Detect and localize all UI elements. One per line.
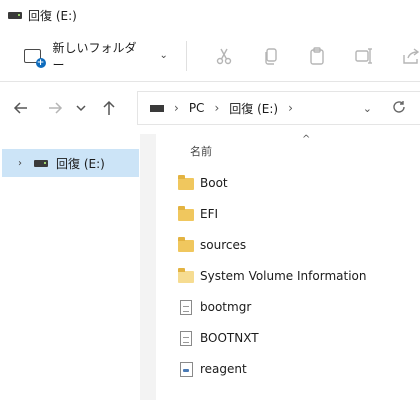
config-file-icon [179, 361, 193, 377]
toolbar-divider [185, 40, 187, 71]
chevron-down-icon[interactable]: ⌄ [160, 50, 168, 61]
folder-icon [178, 206, 194, 221]
copy-button[interactable] [261, 46, 280, 66]
back-button[interactable] [10, 101, 32, 115]
paste-button[interactable] [308, 46, 327, 66]
file-name: EFI [200, 207, 219, 221]
new-folder-button[interactable]: 新しいフォルダー ⌄ [24, 39, 168, 73]
list-item[interactable]: EFI [178, 202, 408, 226]
file-name: reagent [200, 362, 247, 376]
file-icon [180, 330, 192, 346]
file-name: BOOTNXT [200, 331, 259, 345]
share-button[interactable] [401, 46, 420, 66]
cut-icon [216, 48, 232, 64]
share-icon [403, 47, 419, 64]
refresh-button[interactable] [392, 100, 406, 117]
sidebar-item-recovery-drive[interactable]: › 回復 (E:) [2, 149, 139, 177]
file-name: bootmgr [200, 300, 252, 314]
breadcrumb-drive[interactable]: 回復 (E:) [229, 100, 278, 117]
file-name: System Volume Information [200, 269, 367, 283]
list-item[interactable]: bootmgr [178, 295, 408, 319]
file-name: Boot [200, 176, 228, 190]
column-header-name[interactable]: 名前 [190, 143, 212, 159]
paste-icon [310, 46, 325, 65]
new-folder-label: 新しいフォルダー [52, 40, 137, 72]
file-list: ^ 名前 Boot EFI sources System Volume Info… [140, 134, 420, 400]
chevron-right-icon[interactable]: › [174, 101, 179, 115]
list-item[interactable]: sources [178, 233, 408, 257]
cut-button[interactable] [215, 46, 234, 66]
folder-icon [178, 237, 194, 252]
sort-ascending-icon: ^ [302, 134, 311, 145]
arrow-right-icon [49, 102, 63, 114]
rename-icon [355, 47, 373, 64]
title-bar: 回復 (E:) [0, 0, 420, 30]
new-folder-icon [24, 48, 45, 68]
chevron-right-icon[interactable]: › [288, 101, 293, 115]
up-button[interactable] [98, 100, 120, 116]
list-item[interactable]: System Volume Information [178, 264, 408, 288]
forward-button[interactable] [44, 101, 66, 115]
address-history-chevron-icon[interactable]: ⌄ [363, 102, 372, 115]
chevron-right-icon[interactable]: › [18, 158, 22, 169]
chevron-down-icon [76, 105, 86, 112]
breadcrumb-pc[interactable]: PC [189, 101, 205, 115]
folder-icon [178, 175, 194, 190]
file-icon [180, 299, 192, 315]
address-bar[interactable]: › PC › 回復 (E:) › ⌄ [137, 91, 420, 125]
folder-icon [178, 268, 194, 283]
scroll-gutter [140, 134, 156, 400]
chevron-right-icon[interactable]: › [214, 101, 219, 115]
sidebar-item-label: 回復 (E:) [56, 156, 105, 171]
drive-icon [8, 11, 22, 19]
rename-button[interactable] [355, 46, 374, 66]
list-item[interactable]: reagent [178, 357, 408, 381]
recent-locations-button[interactable] [70, 103, 92, 113]
navigation-row: › PC › 回復 (E:) › ⌄ [0, 82, 420, 134]
command-bar: 新しいフォルダー ⌄ [0, 30, 420, 82]
file-name: sources [200, 238, 247, 252]
window-title: 回復 (E:) [28, 8, 77, 23]
list-item[interactable]: BOOTNXT [178, 326, 408, 350]
copy-icon [265, 47, 277, 65]
drive-icon [34, 159, 48, 167]
arrow-up-icon [103, 100, 115, 115]
drive-icon [150, 104, 164, 112]
arrow-left-icon [13, 102, 27, 114]
list-item[interactable]: Boot [178, 171, 408, 195]
refresh-icon [393, 100, 405, 113]
navigation-pane: › 回復 (E:) [0, 134, 140, 400]
